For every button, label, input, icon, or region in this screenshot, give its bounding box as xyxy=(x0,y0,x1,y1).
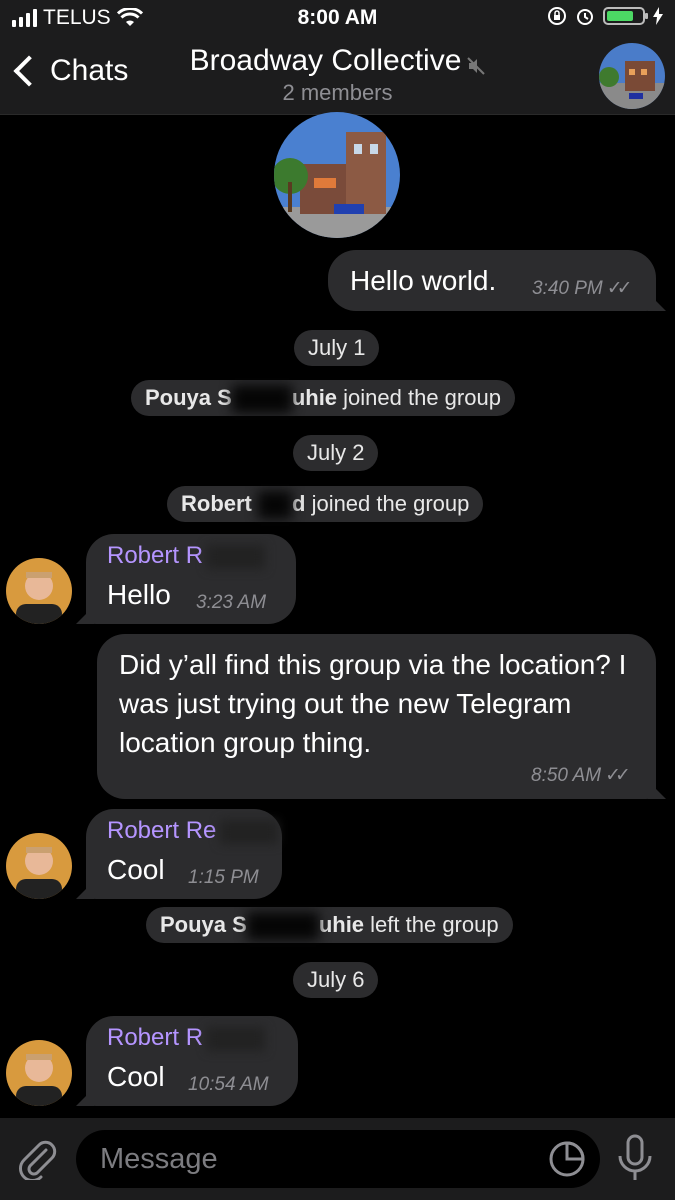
member-count: 2 members xyxy=(282,80,393,105)
outgoing-message[interactable]: Did y’all find this group via the locati… xyxy=(97,634,666,799)
chat-header: Chats Broadway Collective 2 members xyxy=(0,36,675,115)
service-message: Pouya Suhie left the group xyxy=(146,907,513,943)
message-text: Cool xyxy=(107,854,165,885)
message-composer xyxy=(0,1118,675,1200)
message-time: 8:50 AM ✓✓ xyxy=(531,765,631,786)
incoming-message[interactable]: Robert R Hello 3:23 AM xyxy=(76,534,296,624)
redacted-text xyxy=(207,1026,266,1051)
sender-name: Robert Re xyxy=(107,817,279,845)
message-time: 1:15 PM xyxy=(188,867,259,888)
service-message: Robert d joined the group xyxy=(167,486,484,522)
service-user-name: Pouya S xyxy=(160,912,247,937)
incoming-message[interactable]: Robert R Cool 10:54 AM xyxy=(76,1016,298,1106)
rotation-lock-icon xyxy=(548,7,566,25)
date-separator: July 6 xyxy=(293,962,379,998)
avatar[interactable] xyxy=(6,558,72,624)
outgoing-message[interactable]: Hello world. 3:40 PM ✓✓ xyxy=(328,250,666,311)
redacted-text xyxy=(220,819,279,844)
message-text: Hello xyxy=(107,579,171,610)
group-photo[interactable] xyxy=(274,112,400,238)
sender-name: Robert R xyxy=(107,1024,266,1052)
avatar[interactable] xyxy=(6,833,72,899)
chat-title: Broadway Collective xyxy=(189,44,462,77)
message-time: 3:40 PM ✓✓ xyxy=(532,278,633,299)
redacted-text xyxy=(231,385,292,414)
status-right xyxy=(547,6,663,26)
group-avatar[interactable] xyxy=(599,43,665,109)
message-text: Hello world. xyxy=(350,265,497,296)
message-time: 10:54 AM xyxy=(188,1074,269,1095)
date-separator: July 2 xyxy=(293,435,379,471)
redacted-text xyxy=(246,912,319,941)
mute-icon xyxy=(467,57,486,75)
paperclip-icon[interactable] xyxy=(16,1138,58,1180)
battery-icon xyxy=(603,7,648,25)
chat-title-block[interactable]: Broadway Collective 2 members xyxy=(0,44,675,106)
alarm-icon xyxy=(577,9,593,25)
sender-name: Robert R xyxy=(107,542,266,570)
charging-icon xyxy=(653,7,663,25)
service-user-name: Robert xyxy=(181,491,258,516)
redacted-text xyxy=(207,544,266,569)
message-text: Did y’all find this group via the locati… xyxy=(119,649,627,758)
microphone-icon[interactable] xyxy=(614,1134,656,1184)
date-separator: July 1 xyxy=(294,330,380,366)
avatar[interactable] xyxy=(6,1040,72,1106)
service-message: Pouya Suhie joined the group xyxy=(131,380,515,416)
message-input[interactable] xyxy=(76,1130,600,1188)
redacted-text xyxy=(258,491,292,520)
service-user-name: Pouya S xyxy=(145,385,232,410)
sticker-icon[interactable] xyxy=(548,1140,586,1178)
read-check-icon: ✓✓ xyxy=(605,765,631,786)
message-time: 3:23 AM xyxy=(196,592,267,613)
read-check-icon: ✓✓ xyxy=(606,278,633,299)
message-text: Cool xyxy=(107,1061,165,1092)
status-bar: TELUS 8:00 AM xyxy=(0,0,675,36)
incoming-message[interactable]: Robert Re Cool 1:15 PM xyxy=(76,809,282,899)
